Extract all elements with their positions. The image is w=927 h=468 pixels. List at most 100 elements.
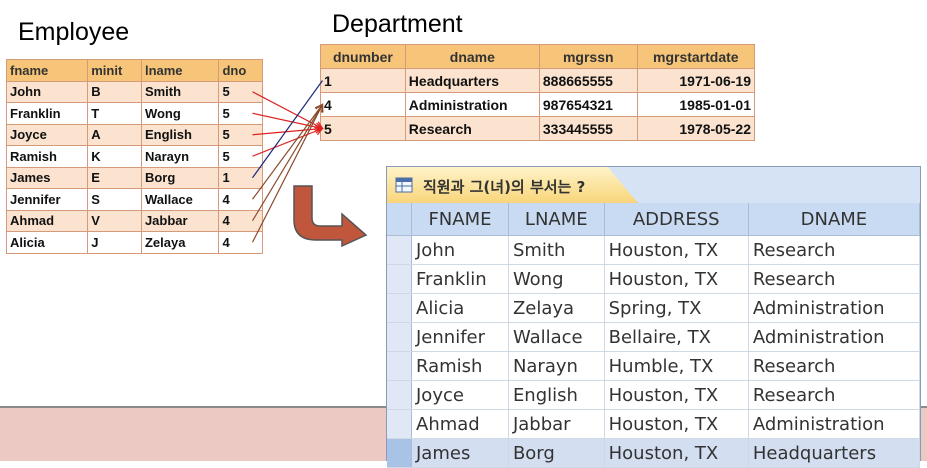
employee-table: fname minit lname dno John B Smith 5 Franklin T W…: [5, 59, 263, 254]
result-row[interactable]: James Borg Houston, TX Headquarters: [387, 438, 921, 468]
join-link-line: [252, 127, 323, 136]
employee-col-header: minit: [87, 59, 142, 82]
result-col-header[interactable]: DNAME: [748, 203, 921, 236]
query-tab-label: 직원과 그(녀)의 부서는 ?: [423, 178, 586, 196]
result-cell: Smith: [508, 235, 605, 265]
result-row[interactable]: Joyce English Houston, TX Research: [387, 380, 921, 410]
row-selector[interactable]: [387, 409, 412, 439]
curved-arrow-icon: [293, 185, 368, 248]
result-cell: Ahmad: [411, 409, 509, 439]
result-cell: Houston, TX: [604, 235, 749, 265]
result-cell: Houston, TX: [604, 380, 749, 410]
employee-cell: 4: [218, 209, 263, 232]
employee-cell: Borg: [140, 166, 220, 189]
department-cell: 4: [320, 92, 406, 117]
row-selector[interactable]: [387, 351, 412, 381]
employee-row: Jennifer S Wallace 4: [5, 188, 263, 211]
result-col-header[interactable]: LNAME: [508, 203, 605, 236]
result-row[interactable]: John Smith Houston, TX Research: [387, 235, 921, 265]
result-cell: John: [411, 235, 509, 265]
result-cell: Alicia: [411, 293, 509, 323]
join-link-line: [252, 91, 323, 130]
employee-row: Franklin T Wong 5: [5, 102, 263, 125]
result-cell: Houston, TX: [604, 409, 749, 439]
result-row[interactable]: Franklin Wong Houston, TX Research: [387, 264, 921, 294]
query-tab[interactable]: 직원과 그(녀)의 부서는 ?: [387, 167, 638, 203]
select-all-cell[interactable]: [387, 203, 412, 236]
department-cell: 1971-06-19: [636, 68, 756, 93]
department-cell: 987654321: [538, 92, 638, 117]
join-link-line: [252, 112, 323, 130]
employee-cell: E: [87, 166, 142, 189]
row-selector[interactable]: [387, 235, 412, 265]
query-result-window: 직원과 그(녀)의 부서는 ? FNAME LNAME ADDRESS DNAME J…: [386, 166, 921, 468]
result-cell: Ramish: [411, 351, 509, 381]
employee-cell: J: [87, 231, 142, 254]
result-cell: Borg: [508, 438, 605, 468]
employee-cell: Wong: [140, 102, 220, 125]
result-row[interactable]: Jennifer Wallace Bellaire, TX Administratio…: [387, 322, 921, 352]
employee-cell: Zelaya: [140, 231, 220, 254]
employee-cell: 5: [218, 102, 263, 125]
employee-row: Ramish K Narayn 5: [5, 145, 263, 168]
result-row[interactable]: Ahmad Jabbar Houston, TX Administration: [387, 409, 921, 439]
employee-cell: V: [87, 209, 142, 232]
department-col-header: dname: [404, 44, 540, 69]
employee-cell: S: [87, 188, 142, 211]
employee-cell: 1: [218, 166, 263, 189]
result-row[interactable]: Alicia Zelaya Spring, TX Administration: [387, 293, 921, 323]
department-col-header: dnumber: [320, 44, 406, 69]
employee-col-header: dno: [218, 59, 263, 82]
employee-cell: K: [87, 145, 142, 168]
department-title: Department: [332, 10, 463, 38]
employee-row: Alicia J Zelaya 4: [5, 231, 263, 254]
result-cell: Jabbar: [508, 409, 605, 439]
employee-col-header: fname: [5, 59, 89, 82]
result-cell: Franklin: [411, 264, 509, 294]
row-selector[interactable]: [387, 380, 412, 410]
department-table: dnumber dname mgrssn mgrstartdate 1 Headquar…: [320, 44, 756, 141]
result-cell: Jennifer: [411, 322, 509, 352]
department-row: 5 Research 333445555 1978-05-22: [320, 116, 756, 141]
row-selector[interactable]: [387, 264, 412, 294]
employee-cell: B: [87, 80, 142, 103]
result-col-header[interactable]: FNAME: [411, 203, 509, 236]
department-col-header: mgrstartdate: [636, 44, 756, 69]
employee-row: John B Smith 5: [5, 80, 263, 103]
employee-cell: Ahmad: [5, 209, 89, 232]
result-col-header[interactable]: ADDRESS: [604, 203, 749, 236]
employee-cell: 4: [218, 231, 263, 254]
employee-cell: Joyce: [5, 123, 89, 146]
employee-title: Employee: [18, 18, 130, 46]
result-cell: Wong: [508, 264, 605, 294]
result-cell: Zelaya: [508, 293, 605, 323]
department-cell: Administration: [404, 92, 540, 117]
query-icon: [395, 177, 413, 193]
department-row: 4 Administration 987654321 1985-01-01: [320, 92, 756, 117]
department-col-header: mgrssn: [538, 44, 638, 69]
result-cell: Narayn: [508, 351, 605, 381]
row-selector[interactable]: [387, 438, 412, 468]
employee-cell: Jennifer: [5, 188, 89, 211]
department-cell: Research: [404, 116, 540, 141]
result-cell: Research: [748, 264, 921, 294]
employee-cell: T: [87, 102, 142, 125]
employee-cell: Smith: [140, 80, 220, 103]
employee-row: James E Borg 1: [5, 166, 263, 189]
result-row[interactable]: Ramish Narayn Humble, TX Research: [387, 351, 921, 381]
employee-cell: English: [140, 123, 220, 146]
employee-cell: 5: [218, 123, 263, 146]
result-cell: Houston, TX: [604, 438, 749, 468]
result-cell: Headquarters: [748, 438, 921, 468]
result-cell: Research: [748, 351, 921, 381]
result-table[interactable]: FNAME LNAME ADDRESS DNAME John Smith Houston,…: [387, 203, 921, 468]
join-link-line: [252, 80, 323, 179]
employee-col-header: lname: [140, 59, 220, 82]
department-cell: 888665555: [538, 68, 638, 93]
department-cell: 5: [320, 116, 406, 141]
employee-cell: Narayn: [140, 145, 220, 168]
row-selector[interactable]: [387, 322, 412, 352]
department-cell: 333445555: [538, 116, 638, 141]
employee-cell: 5: [218, 80, 263, 103]
row-selector[interactable]: [387, 293, 412, 323]
